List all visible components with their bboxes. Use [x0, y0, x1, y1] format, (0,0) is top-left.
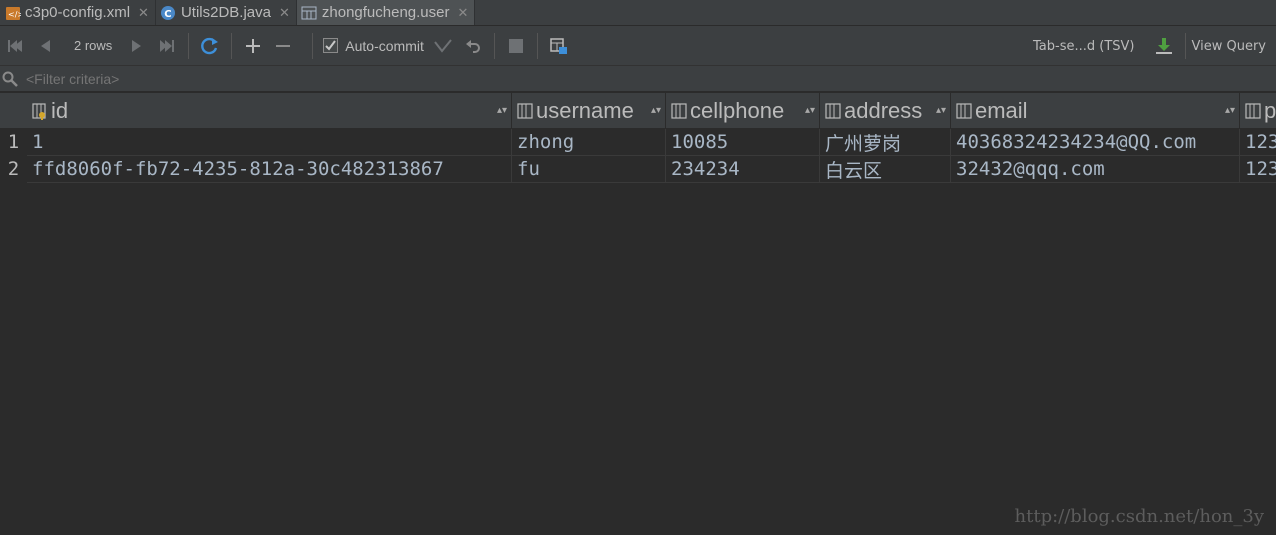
column-header-email[interactable]: email ▴▾ — [951, 93, 1240, 128]
editor-tab-bar: </> c3p0-config.xml ✕ C Utils2DB.java ✕ … — [0, 0, 1276, 26]
column-name: p — [1264, 97, 1276, 123]
table-cell-email[interactable]: 40368324234234@QQ.com — [951, 129, 1240, 156]
auto-commit-toggle[interactable]: Auto-commit — [319, 32, 428, 60]
column-icon — [824, 102, 842, 120]
tab-zhongfucheng-user[interactable]: zhongfucheng.user ✕ — [296, 0, 476, 25]
toolbar-separator — [1184, 33, 1186, 59]
column-header-address[interactable]: address ▴▾ — [820, 93, 951, 128]
table-cell-cellphone[interactable]: 10085 — [666, 129, 820, 156]
sort-icon[interactable]: ▴▾ — [497, 105, 507, 116]
close-icon[interactable]: ✕ — [458, 5, 469, 21]
tab-label: Utils2DB.java — [180, 4, 271, 21]
table-cell-address[interactable]: 白云区 — [820, 156, 951, 183]
row-number: 2 — [7, 158, 20, 180]
sort-icon[interactable]: ▴▾ — [805, 105, 815, 116]
checkbox-icon[interactable] — [323, 38, 339, 53]
column-name: address — [844, 97, 923, 123]
watermark-text: http://blog.csdn.net/hon_3y — [1014, 506, 1264, 527]
sort-icon[interactable]: ▴▾ — [651, 105, 661, 116]
tab-utils2db[interactable]: C Utils2DB.java ✕ — [156, 0, 297, 25]
add-row-icon[interactable] — [238, 32, 268, 60]
xml-file-icon: </> — [4, 4, 21, 21]
sort-icon[interactable]: ▴▾ — [936, 105, 946, 116]
column-name: username — [536, 97, 634, 123]
toolbar-separator — [312, 32, 314, 59]
column-icon — [516, 102, 534, 120]
table-cell-email[interactable]: 32432@qqq.com — [951, 156, 1240, 183]
view-query-button[interactable]: View Query — [1192, 39, 1267, 54]
tab-label: c3p0-config.xml — [25, 4, 131, 21]
table-cell-cellphone[interactable]: 234234 — [666, 156, 820, 183]
filter-bar — [0, 66, 1276, 92]
table-cell-address[interactable]: 广州萝岗 — [820, 129, 951, 156]
column-icon — [1244, 102, 1262, 120]
toolbar-separator — [493, 32, 495, 59]
toolbar-right: Tab-se...d (TSV) View Query — [1033, 26, 1276, 66]
column-icon — [955, 102, 973, 120]
row-count-label[interactable]: 2 rows — [60, 32, 122, 60]
next-page-icon[interactable] — [122, 32, 152, 60]
close-icon[interactable]: ✕ — [279, 5, 290, 21]
filter-criteria-input[interactable] — [26, 70, 626, 87]
auto-commit-label: Auto-commit — [345, 37, 424, 54]
export-format-dropdown[interactable]: Tab-se...d (TSV) — [1033, 39, 1134, 54]
table-cell-p[interactable]: 123 — [1240, 156, 1276, 183]
table-cell-p[interactable]: 123 — [1240, 129, 1276, 156]
column-header-p[interactable]: p — [1240, 93, 1276, 128]
column-header-cellphone[interactable]: cellphone ▴▾ — [666, 93, 820, 128]
column-name: email — [975, 97, 1028, 123]
table-cell-username[interactable]: zhong — [512, 129, 666, 156]
ddl-view-icon[interactable] — [544, 32, 574, 60]
grid-header: id ▴▾ username ▴▾ cellphone ▴▾ address ▴… — [0, 93, 1276, 128]
column-header-id[interactable]: id ▴▾ — [27, 93, 512, 128]
result-grid: id ▴▾ username ▴▾ cellphone ▴▾ address ▴… — [0, 93, 1276, 535]
data-editor-toolbar: 2 rows Auto-commit Tab-se...d (TSV) View… — [0, 26, 1276, 66]
submit-checkmark-icon[interactable] — [428, 32, 458, 60]
primary-key-column-icon — [31, 102, 49, 120]
svg-text:</>: </> — [8, 10, 21, 19]
sort-icon[interactable]: ▴▾ — [1225, 105, 1235, 116]
column-name: cellphone — [690, 97, 785, 123]
tab-label: zhongfucheng.user — [321, 4, 450, 21]
svg-text:C: C — [165, 9, 172, 20]
stop-icon[interactable] — [501, 32, 531, 60]
revert-icon[interactable] — [458, 32, 488, 60]
toolbar-separator — [231, 32, 233, 59]
table-cell-id[interactable]: 1 — [27, 129, 512, 156]
delete-row-icon[interactable] — [268, 32, 298, 60]
first-page-icon[interactable] — [0, 32, 30, 60]
refresh-icon[interactable] — [195, 32, 225, 60]
export-download-icon[interactable] — [1149, 32, 1179, 60]
toolbar-separator — [536, 32, 538, 59]
close-icon[interactable]: ✕ — [138, 5, 149, 21]
tab-c3p0-config[interactable]: </> c3p0-config.xml ✕ — [0, 0, 156, 25]
table-icon — [301, 4, 318, 21]
previous-page-icon[interactable] — [30, 32, 60, 60]
column-icon — [670, 102, 688, 120]
last-page-icon[interactable] — [152, 32, 182, 60]
column-name: id — [51, 97, 69, 123]
table-cell-id[interactable]: ffd8060f-fb72-4235-812a-30c482313867 — [27, 156, 512, 183]
search-icon — [0, 71, 20, 87]
table-cell-username[interactable]: fu — [512, 156, 666, 183]
row-number: 1 — [7, 131, 20, 153]
column-header-username[interactable]: username ▴▾ — [512, 93, 666, 128]
toolbar-separator — [188, 32, 190, 59]
java-class-icon: C — [160, 4, 177, 21]
